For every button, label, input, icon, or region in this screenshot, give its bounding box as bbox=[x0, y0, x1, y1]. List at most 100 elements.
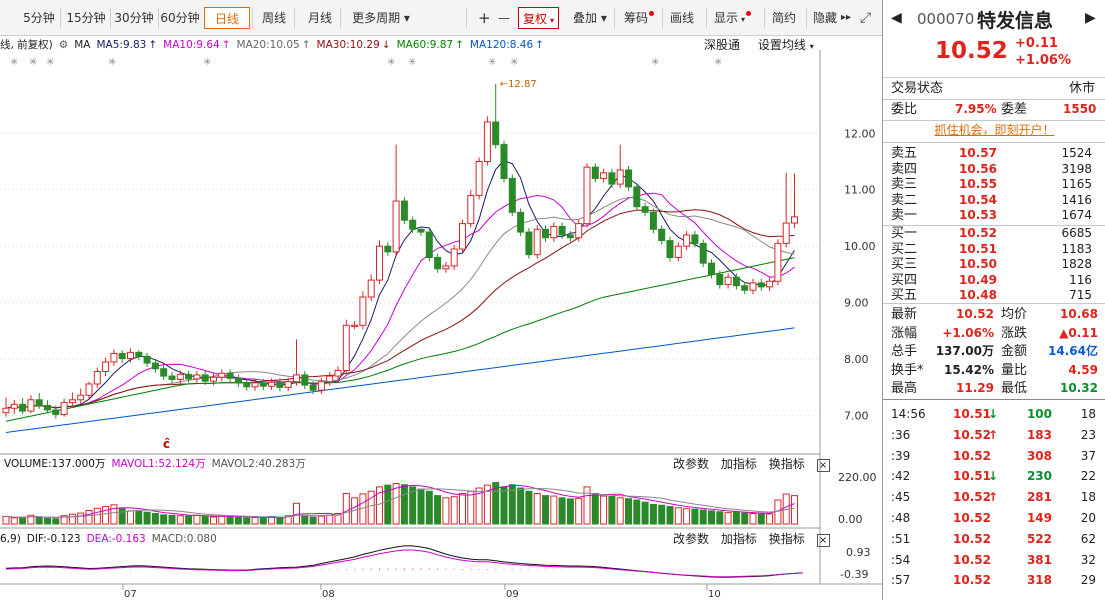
candle-body[interactable] bbox=[542, 228, 549, 239]
prev-stock-icon[interactable]: ◀ bbox=[891, 10, 902, 26]
chips-button[interactable]: 筹码 bbox=[624, 7, 655, 29]
macd-change-params-button[interactable]: 改参数 bbox=[673, 532, 709, 546]
candle-body[interactable] bbox=[160, 368, 168, 377]
candle-body[interactable] bbox=[10, 403, 18, 409]
macd-close-icon[interactable]: × bbox=[816, 534, 830, 547]
buy-row[interactable]: 买三 10.50 1828 bbox=[883, 257, 1105, 273]
vol-add-indicator-button[interactable]: 加指标 bbox=[721, 457, 757, 471]
event-flag-icon[interactable]: ĉ bbox=[163, 437, 170, 451]
candle-body[interactable] bbox=[475, 161, 483, 196]
candle-body[interactable] bbox=[666, 240, 674, 258]
candle-body[interactable] bbox=[102, 361, 110, 373]
zoom-out-button[interactable]: — bbox=[498, 7, 510, 29]
buy-row[interactable]: 买二 10.51 1183 bbox=[883, 242, 1105, 258]
display-dropdown[interactable]: 显示 ▾ bbox=[714, 7, 752, 29]
sell-row[interactable]: 卖一 10.53 1674 bbox=[883, 208, 1105, 224]
candle-body[interactable] bbox=[674, 245, 682, 258]
gear-icon[interactable]: ⚙ bbox=[59, 39, 68, 51]
candle-body[interactable] bbox=[293, 374, 300, 383]
candle-body[interactable] bbox=[508, 177, 516, 213]
candle-body[interactable] bbox=[658, 228, 666, 242]
candle-body[interactable] bbox=[459, 223, 466, 250]
candle-body[interactable] bbox=[766, 280, 774, 288]
candle-body[interactable] bbox=[425, 231, 433, 258]
candle-body[interactable] bbox=[450, 248, 458, 267]
candle-body[interactable] bbox=[575, 223, 583, 239]
candle-body[interactable] bbox=[732, 276, 740, 287]
event-marker-icon[interactable]: ✳ bbox=[29, 57, 37, 68]
candle-body[interactable] bbox=[708, 262, 715, 275]
candle-body[interactable] bbox=[60, 402, 68, 415]
candle-body[interactable] bbox=[52, 409, 60, 415]
candle-body[interactable] bbox=[259, 382, 267, 387]
candle-body[interactable] bbox=[176, 373, 184, 380]
simple-mode-button[interactable]: 简约 bbox=[772, 7, 796, 29]
candle-body[interactable] bbox=[417, 228, 425, 233]
candle-body[interactable] bbox=[467, 194, 475, 225]
candle-body[interactable] bbox=[791, 216, 798, 224]
candle-body[interactable] bbox=[525, 231, 533, 256]
sell-row[interactable]: 卖二 10.54 1416 bbox=[883, 193, 1105, 209]
candle-body[interactable] bbox=[500, 144, 508, 179]
candle-body[interactable] bbox=[85, 383, 93, 396]
candle-body[interactable] bbox=[19, 403, 27, 412]
candle-body[interactable] bbox=[193, 374, 201, 380]
candle-body[interactable] bbox=[276, 381, 284, 388]
candle-body[interactable] bbox=[359, 296, 367, 326]
candle-body[interactable] bbox=[699, 242, 707, 264]
candle-body[interactable] bbox=[284, 381, 292, 388]
candle-body[interactable] bbox=[35, 399, 43, 406]
candle-body[interactable] bbox=[218, 372, 226, 378]
candle-body[interactable] bbox=[741, 285, 749, 291]
zoom-in-button[interactable]: + bbox=[478, 7, 491, 29]
event-marker-icon[interactable]: ✳ bbox=[108, 57, 116, 68]
candle-body[interactable] bbox=[600, 172, 608, 179]
candle-body[interactable] bbox=[127, 351, 134, 360]
hide-button[interactable]: 隐藏 bbox=[813, 7, 837, 29]
event-marker-icon[interactable]: ✳ bbox=[714, 57, 722, 68]
macd-switch-indicator-button[interactable]: 换指标 bbox=[769, 532, 805, 546]
candle-body[interactable] bbox=[442, 265, 450, 270]
vol-change-params-button[interactable]: 改参数 bbox=[673, 457, 709, 471]
candle-body[interactable] bbox=[342, 324, 350, 371]
candle-body[interactable] bbox=[118, 352, 126, 360]
candle-body[interactable] bbox=[251, 382, 259, 388]
sell-row[interactable]: 卖三 10.55 1165 bbox=[883, 177, 1105, 193]
kline-chart[interactable]: 12.00 11.00 10.00 9.00 8.00 7.00 ✳ ✳ ✳ ✳ ✳ ✳ ✳ ✳ ✳ ✳ ✳ ←1… bbox=[0, 36, 882, 600]
candle-body[interactable] bbox=[367, 279, 375, 298]
candle-body[interactable] bbox=[558, 225, 566, 236]
candle-body[interactable] bbox=[151, 362, 159, 370]
candle-body[interactable] bbox=[77, 394, 85, 401]
candle-body[interactable] bbox=[201, 374, 209, 382]
candle-body[interactable] bbox=[135, 351, 143, 357]
period-tab-1[interactable]: 15分钟 bbox=[64, 7, 108, 29]
candle-body[interactable] bbox=[351, 324, 359, 327]
event-marker-icon[interactable]: ✳ bbox=[46, 57, 54, 68]
candle-body[interactable] bbox=[326, 375, 334, 383]
buy-row[interactable]: 买四 10.49 116 bbox=[883, 273, 1105, 289]
candle-body[interactable] bbox=[185, 373, 193, 380]
candle-body[interactable] bbox=[243, 382, 251, 388]
candle-body[interactable] bbox=[782, 222, 790, 244]
period-tab-4[interactable]: 日线 bbox=[204, 7, 250, 29]
event-marker-icon[interactable]: ✳ bbox=[10, 57, 18, 68]
candle-body[interactable] bbox=[608, 172, 616, 185]
sell-row[interactable]: 卖五 10.57 1524 bbox=[883, 146, 1105, 162]
candle-body[interactable] bbox=[641, 206, 649, 213]
period-tab-3[interactable]: 60分钟 bbox=[158, 7, 202, 29]
candle-body[interactable] bbox=[334, 369, 342, 377]
candle-body[interactable] bbox=[483, 121, 491, 163]
overlay-dropdown[interactable]: 叠加 ▾ bbox=[573, 7, 607, 29]
period-tab-5[interactable]: 周线 bbox=[256, 7, 292, 29]
sell-row[interactable]: 卖四 10.56 3198 bbox=[883, 162, 1105, 178]
candle-body[interactable] bbox=[93, 371, 101, 385]
candle-body[interactable] bbox=[400, 200, 408, 221]
candle-body[interactable] bbox=[27, 399, 35, 412]
candle-body[interactable] bbox=[517, 211, 525, 233]
candle-body[interactable] bbox=[716, 273, 724, 286]
candle-body[interactable] bbox=[492, 121, 500, 146]
candle-body[interactable] bbox=[591, 166, 599, 179]
buy-row[interactable]: 买五 10.48 715 bbox=[883, 288, 1105, 304]
period-tab-0[interactable]: 5分钟 bbox=[20, 7, 58, 29]
candle-body[interactable] bbox=[168, 375, 176, 380]
